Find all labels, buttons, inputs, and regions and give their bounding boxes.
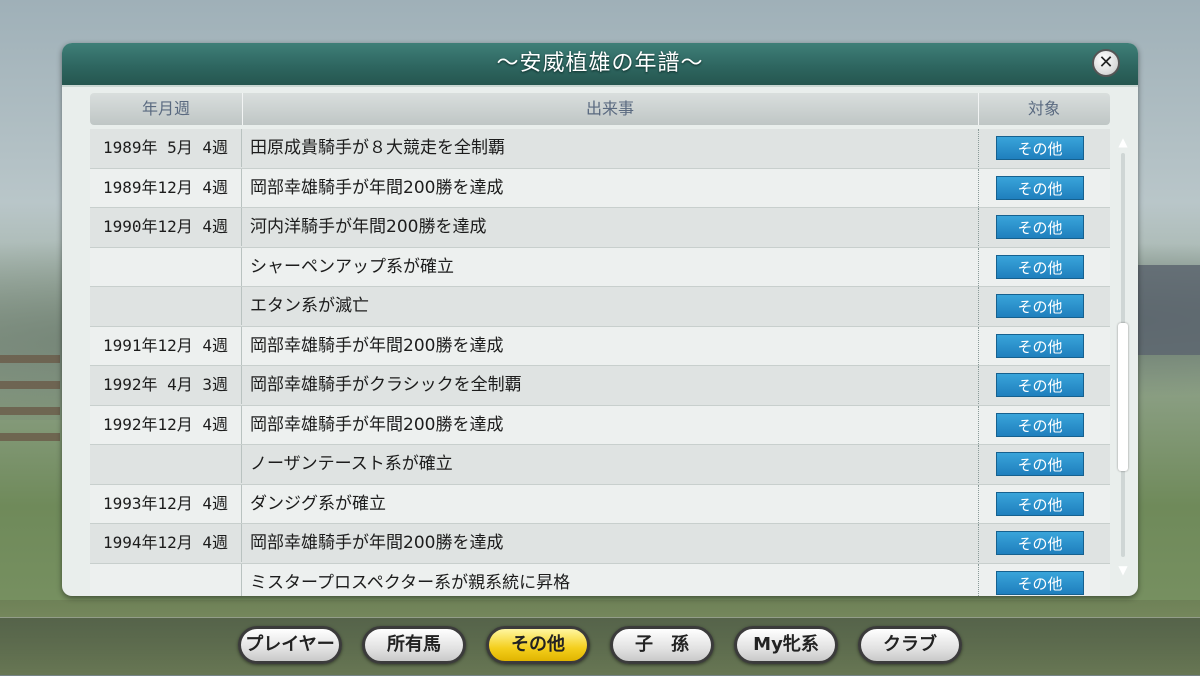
- column-divider: [978, 168, 979, 207]
- column-divider: [978, 247, 979, 286]
- target-badge[interactable]: その他: [996, 570, 1084, 595]
- row-event: 河内洋騎手が年間200勝を達成: [250, 217, 487, 237]
- table-row[interactable]: ノーザンテースト系が確立 その他: [90, 445, 1110, 485]
- chronology-table-body: 1989年 5月 4週 田原成貴騎手が８大競走を全制覇 その他 1989年12月 4週…: [90, 129, 1110, 596]
- table-header: 年月週 出来事 対象: [90, 93, 1110, 125]
- column-divider: [978, 326, 979, 365]
- column-divider: [978, 366, 979, 404]
- target-badge[interactable]: その他: [996, 452, 1084, 476]
- row-date: [90, 445, 242, 483]
- arrow-down-icon[interactable]: ▼: [1114, 563, 1132, 577]
- row-date: 1994年12月 4週: [90, 524, 242, 562]
- target-badge[interactable]: その他: [996, 491, 1084, 516]
- header-target: 対象: [1027, 99, 1060, 118]
- column-divider: [978, 445, 979, 483]
- row-event: 岡部幸雄騎手が年間200勝を達成: [250, 533, 504, 553]
- row-date: 1989年 5月 4週: [90, 129, 242, 167]
- row-event: 岡部幸雄騎手が年間200勝を達成: [250, 414, 504, 435]
- row-date: 1990年12月 4週: [90, 208, 242, 246]
- table-row[interactable]: シャーペンアップ系が確立 その他: [90, 247, 1110, 287]
- close-icon[interactable]: ✕: [1092, 49, 1120, 77]
- table-row[interactable]: 1990年12月 4週 河内洋騎手が年間200勝を達成 その他: [90, 208, 1110, 248]
- target-badge[interactable]: その他: [996, 254, 1084, 279]
- column-divider: [978, 129, 979, 167]
- tab-0[interactable]: プレイヤー: [238, 626, 342, 664]
- row-date: 1993年12月 4週: [90, 484, 242, 523]
- table-row[interactable]: 1989年12月 4週 岡部幸雄騎手が年間200勝を達成 その他: [90, 168, 1110, 208]
- tab-4[interactable]: My牝系: [734, 626, 838, 664]
- row-date: 1992年12月 4週: [90, 405, 242, 444]
- table-row[interactable]: 1989年 5月 4週 田原成貴騎手が８大競走を全制覇 その他: [90, 129, 1110, 169]
- background-fence: [0, 355, 60, 445]
- window-titlebar: ～安威植雄の年譜～ ✕: [62, 43, 1138, 87]
- header-event: 出来事: [585, 99, 634, 118]
- bottom-tab-bar: [0, 617, 1200, 676]
- column-divider: [978, 484, 979, 523]
- tab-3[interactable]: 子 孫: [610, 626, 714, 664]
- column-divider: [978, 524, 979, 562]
- target-badge[interactable]: その他: [996, 175, 1084, 200]
- table-row[interactable]: 1992年12月 4週 岡部幸雄騎手が年間200勝を達成 その他: [90, 405, 1110, 445]
- table-row[interactable]: 1992年 4月 3週 岡部幸雄騎手がクラシックを全制覇 その他: [90, 366, 1110, 406]
- target-badge[interactable]: その他: [996, 373, 1084, 397]
- tab-2[interactable]: その他: [486, 626, 590, 664]
- scrollbar-thumb[interactable]: [1118, 323, 1128, 471]
- arrow-up-icon[interactable]: ▲: [1114, 135, 1132, 149]
- window-title: ～安威植雄の年譜～: [496, 51, 704, 76]
- column-divider: [978, 405, 979, 444]
- target-badge[interactable]: その他: [996, 136, 1084, 160]
- column-divider: [978, 563, 979, 596]
- target-badge[interactable]: その他: [996, 531, 1084, 555]
- tab-5[interactable]: クラブ: [858, 626, 962, 664]
- row-event: ミスタープロスペクター系が親系統に昇格: [250, 572, 571, 593]
- target-badge[interactable]: その他: [996, 333, 1084, 358]
- row-date: [90, 247, 242, 286]
- target-badge[interactable]: その他: [996, 294, 1084, 318]
- row-event: シャーペンアップ系が確立: [250, 256, 454, 277]
- column-divider: [978, 287, 979, 325]
- row-event: 田原成貴騎手が８大競走を全制覇: [250, 138, 505, 158]
- row-event: 岡部幸雄騎手がクラシックを全制覇: [250, 375, 522, 395]
- table-row[interactable]: 1993年12月 4週 ダンジグ系が確立 その他: [90, 484, 1110, 524]
- row-date: 1992年 4月 3週: [90, 366, 242, 404]
- row-event: 岡部幸雄騎手が年間200勝を達成: [250, 335, 504, 356]
- target-badge[interactable]: その他: [996, 412, 1084, 437]
- row-event: 岡部幸雄騎手が年間200勝を達成: [250, 177, 504, 198]
- chronology-window: ～安威植雄の年譜～ ✕ 年月週 出来事 対象 1989年 5月 4週 田原成貴騎手…: [62, 43, 1138, 596]
- table-row[interactable]: 1991年12月 4週 岡部幸雄騎手が年間200勝を達成 その他: [90, 326, 1110, 366]
- row-event: エタン系が滅亡: [250, 296, 369, 316]
- row-date: 1991年12月 4週: [90, 326, 242, 365]
- table-row[interactable]: エタン系が滅亡 その他: [90, 287, 1110, 327]
- table-row[interactable]: ミスタープロスペクター系が親系統に昇格 その他: [90, 563, 1110, 596]
- table-row[interactable]: 1994年12月 4週 岡部幸雄騎手が年間200勝を達成 その他: [90, 524, 1110, 564]
- background-barn: [1130, 265, 1200, 355]
- column-divider: [978, 208, 979, 246]
- row-date: [90, 563, 242, 596]
- row-date: 1989年12月 4週: [90, 168, 242, 207]
- header-date: 年月週: [141, 99, 190, 118]
- row-event: ノーザンテースト系が確立: [250, 454, 453, 474]
- row-event: ダンジグ系が確立: [250, 493, 386, 514]
- scrollbar[interactable]: ▲ ▼: [1114, 135, 1132, 577]
- tab-1[interactable]: 所有馬: [362, 626, 466, 664]
- target-badge[interactable]: その他: [996, 215, 1084, 239]
- row-date: [90, 287, 242, 325]
